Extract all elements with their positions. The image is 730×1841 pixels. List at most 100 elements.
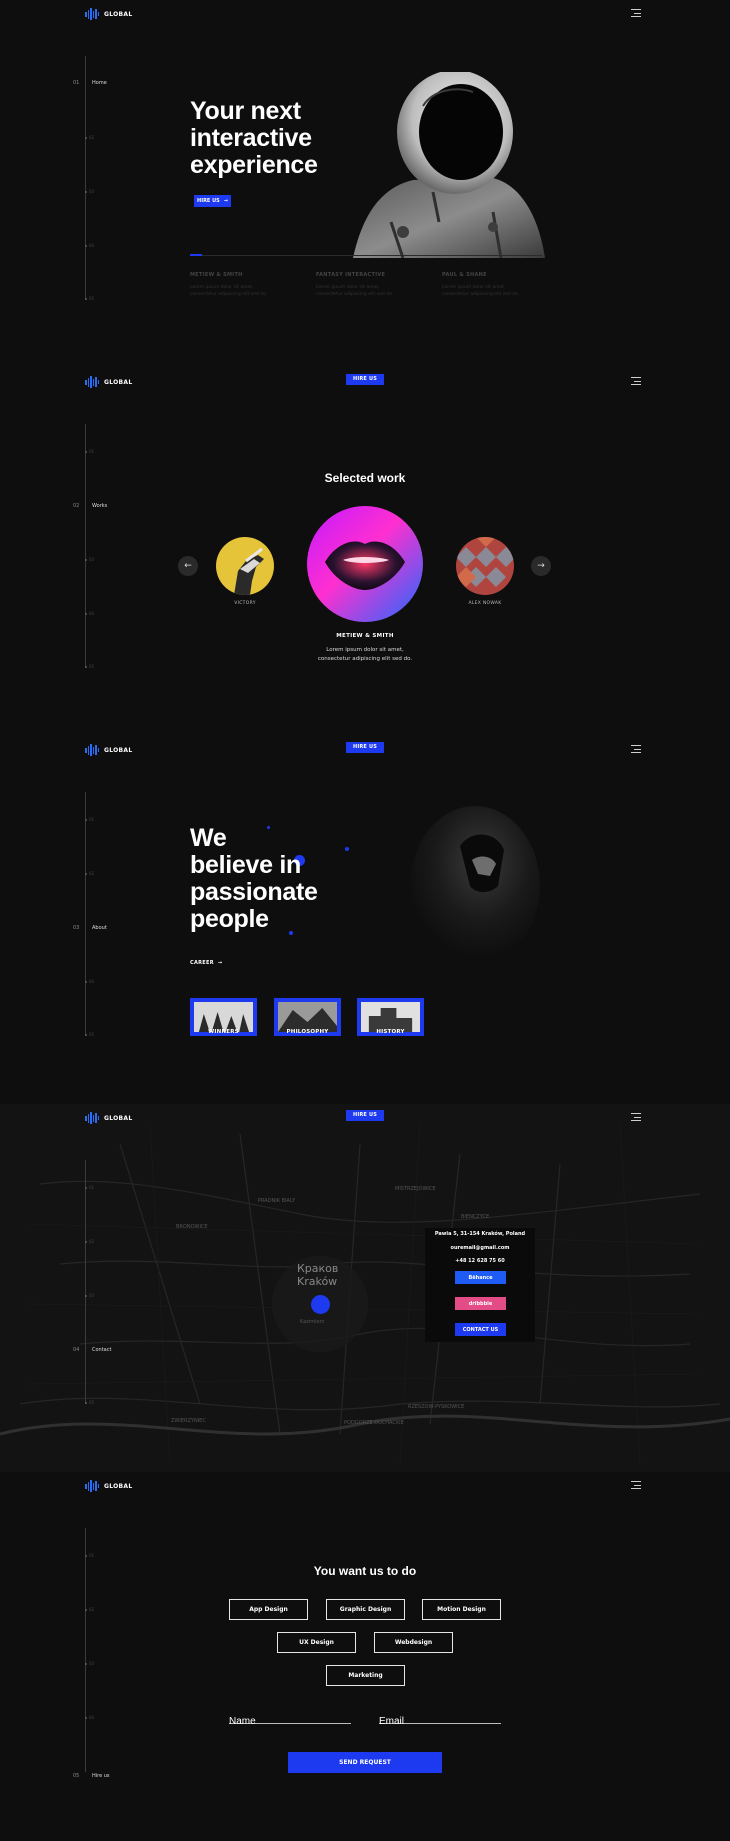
about-thumb-winners[interactable]: WINNERS: [190, 998, 257, 1036]
hamburger-menu-icon[interactable]: [631, 9, 641, 17]
service-webdesign[interactable]: Webdesign: [374, 1632, 453, 1653]
client-name: METIEW & SMITH: [190, 272, 243, 278]
contact-us-button[interactable]: CONTACT US: [455, 1323, 506, 1336]
logo-bars-icon: [85, 744, 99, 756]
contact-email[interactable]: ouremail@gmail.com: [425, 1245, 535, 1251]
hero-progress-fill: [190, 254, 202, 256]
email-input[interactable]: [379, 1714, 501, 1729]
logo-text: GLOBAL: [104, 1482, 133, 1490]
nav-item-muted[interactable]: 01: [89, 449, 94, 454]
send-request-button[interactable]: SEND REQUEST: [288, 1752, 442, 1773]
nav-dot[interactable]: [84, 1241, 87, 1243]
nav-item-contact[interactable]: Contact: [92, 1347, 111, 1353]
career-link[interactable]: CAREER →: [190, 960, 222, 966]
nav-item-muted[interactable]: 03: [89, 557, 94, 562]
service-app-design[interactable]: App Design: [229, 1599, 308, 1620]
header-hire-button[interactable]: HIRE US: [346, 374, 384, 385]
statue-image: [216, 537, 274, 595]
nav-dot[interactable]: [84, 981, 87, 983]
service-ux-design[interactable]: UX Design: [277, 1632, 356, 1653]
nav-dot[interactable]: [84, 613, 87, 615]
nav-item-muted[interactable]: 03: [89, 189, 94, 194]
nav-item-muted[interactable]: 03: [89, 1293, 94, 1298]
logo[interactable]: GLOBAL: [85, 8, 132, 20]
nav-dot[interactable]: [84, 559, 87, 561]
nav-item-works[interactable]: Works: [92, 503, 107, 509]
nav-dot[interactable]: [84, 1402, 87, 1404]
logo[interactable]: GLOBAL: [85, 376, 132, 388]
nav-dot[interactable]: [84, 1187, 87, 1189]
carousel-prev-button[interactable]: ←: [178, 556, 198, 576]
dribbble-button[interactable]: dribbble: [455, 1297, 506, 1310]
logo[interactable]: GLOBAL: [85, 1112, 132, 1124]
philosophy-photo: [278, 1002, 337, 1032]
name-input[interactable]: [229, 1714, 351, 1729]
work-caption-left: VICTORY: [234, 601, 256, 606]
client-item[interactable]: FANTASY INTERACTIVE Lorem ipsum dolor si…: [316, 272, 421, 298]
nav-number: 04: [73, 1347, 80, 1353]
nav-item-muted[interactable]: 04: [89, 979, 94, 984]
about-thumb-history[interactable]: HISTORY: [357, 998, 424, 1036]
nav-item-muted[interactable]: 01: [89, 1185, 94, 1190]
nav-dot[interactable]: [84, 873, 87, 875]
nav-item-home[interactable]: Home: [92, 80, 107, 86]
map-city-label: Краков Kraków: [297, 1262, 339, 1288]
nav-item-muted[interactable]: 03: [89, 1661, 94, 1666]
nav-item-muted[interactable]: 02: [89, 135, 94, 140]
carousel-next-button[interactable]: →: [531, 556, 551, 576]
client-item[interactable]: METIEW & SMITH Lorem ipsum dolor sit ame…: [190, 272, 295, 298]
nav-dot[interactable]: [84, 451, 87, 453]
nav-dot[interactable]: [84, 1717, 87, 1719]
logo[interactable]: GLOBAL: [85, 1480, 132, 1492]
nav-item-muted[interactable]: 05: [89, 296, 94, 301]
nav-item-muted[interactable]: 01: [89, 817, 94, 822]
nav-dot[interactable]: [84, 1555, 87, 1557]
logo-text: GLOBAL: [104, 10, 133, 18]
header-hire-button[interactable]: HIRE US: [346, 1110, 384, 1121]
nav-dot[interactable]: [84, 1663, 87, 1665]
hero-hire-button[interactable]: HIRE US →: [194, 195, 231, 207]
nav-dot[interactable]: [84, 819, 87, 821]
nav-dot[interactable]: [84, 1609, 87, 1611]
email-field[interactable]: [379, 1709, 501, 1729]
nav-item-muted[interactable]: 05: [89, 1032, 94, 1037]
hamburger-menu-icon[interactable]: [631, 745, 641, 753]
nav-item-muted[interactable]: 04: [89, 243, 94, 248]
service-graphic-design[interactable]: Graphic Design: [326, 1599, 405, 1620]
nav-item-muted[interactable]: 04: [89, 1715, 94, 1720]
hamburger-menu-icon[interactable]: [631, 1113, 641, 1121]
nav-item-muted[interactable]: 02: [89, 1607, 94, 1612]
nav-item-muted[interactable]: 02: [89, 1239, 94, 1244]
nav-dot[interactable]: [84, 191, 87, 193]
work-main-image[interactable]: [307, 506, 423, 622]
hamburger-menu-icon[interactable]: [631, 377, 641, 385]
behance-button[interactable]: Bēhance: [455, 1271, 506, 1284]
client-item[interactable]: PAUL & SHANE Lorem ipsum dolor sit amet,…: [442, 272, 547, 298]
nav-item-muted[interactable]: 05: [89, 664, 94, 669]
nav-dot[interactable]: [84, 1295, 87, 1297]
name-field[interactable]: [229, 1709, 351, 1729]
work-thumb-victory[interactable]: [216, 537, 274, 595]
service-motion-design[interactable]: Motion Design: [422, 1599, 501, 1620]
nav-item-about[interactable]: About: [92, 925, 107, 931]
hamburger-menu-icon[interactable]: [631, 1481, 641, 1489]
work-thumb-alex[interactable]: [456, 537, 514, 595]
contact-phone[interactable]: +48 12 628 75 60: [425, 1258, 535, 1264]
section-nav-line: [85, 1160, 86, 1404]
nav-item-muted[interactable]: 01: [89, 1553, 94, 1558]
nav-dot[interactable]: [84, 245, 87, 247]
about-thumb-philosophy[interactable]: PHILOSOPHY: [274, 998, 341, 1036]
nav-item-muted[interactable]: 02: [89, 871, 94, 876]
map-pin-icon[interactable]: [311, 1295, 330, 1314]
nav-dot[interactable]: [84, 298, 87, 300]
nav-item-muted[interactable]: 04: [89, 611, 94, 616]
nav-dot[interactable]: [84, 137, 87, 139]
nav-dot[interactable]: [84, 1034, 87, 1036]
nav-item-muted[interactable]: 05: [89, 1400, 94, 1405]
header-hire-button[interactable]: HIRE US: [346, 742, 384, 753]
nav-dot[interactable]: [84, 666, 87, 668]
service-marketing[interactable]: Marketing: [326, 1665, 405, 1686]
city-map[interactable]: [0, 1104, 730, 1472]
nav-item-hire[interactable]: Hire us: [92, 1773, 110, 1779]
logo[interactable]: GLOBAL: [85, 744, 132, 756]
